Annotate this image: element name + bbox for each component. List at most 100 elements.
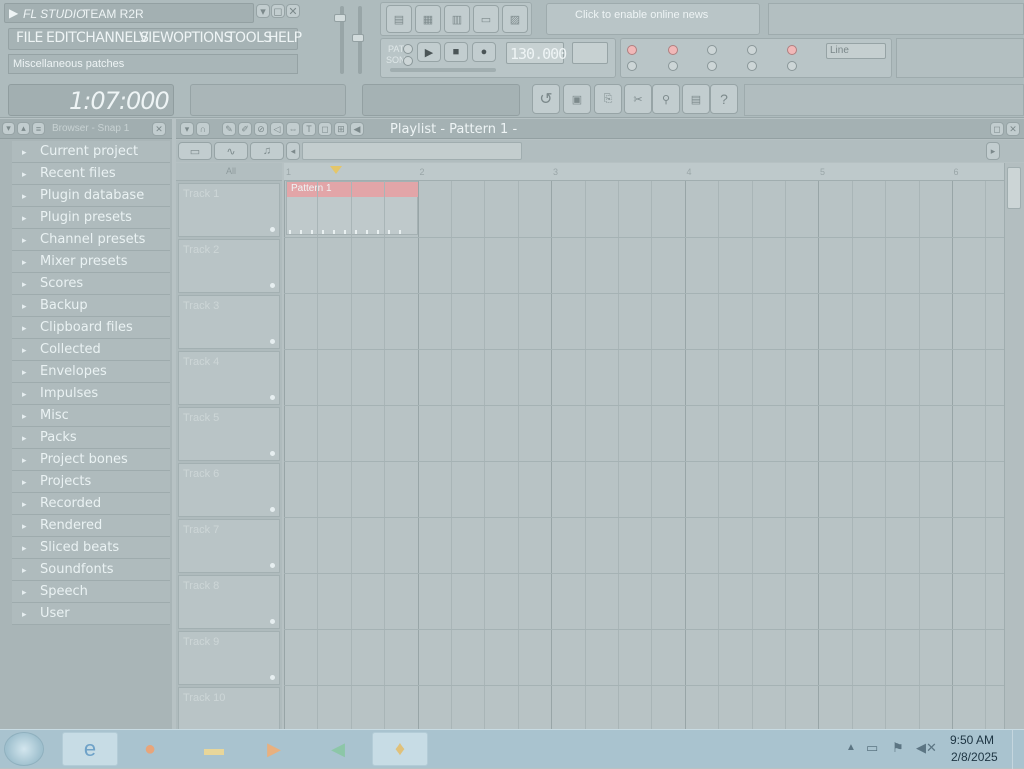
menu-file[interactable]: FILE bbox=[16, 30, 43, 50]
pattern-selector[interactable] bbox=[572, 42, 608, 64]
track-mute-led-icon[interactable] bbox=[270, 507, 275, 512]
playlist-window-button[interactable]: ▤ bbox=[386, 5, 412, 33]
browser-close-button[interactable]: ✕ bbox=[152, 122, 166, 136]
show-desktop-button[interactable] bbox=[1012, 730, 1024, 769]
blend-radio[interactable] bbox=[707, 61, 717, 71]
clock-time[interactable]: 9:50 AM bbox=[950, 733, 994, 747]
browser-item-clipboard-files[interactable]: ▸ Clipboard files bbox=[12, 317, 170, 339]
browser-item-collected[interactable]: ▸ Collected bbox=[12, 339, 170, 361]
browser-item-plugin-database[interactable]: ▸ Plugin database bbox=[12, 185, 170, 207]
paint-tool-icon[interactable]: ✐ bbox=[238, 122, 252, 136]
playhead-marker-icon[interactable] bbox=[330, 166, 342, 174]
wait-input-radio[interactable] bbox=[668, 45, 678, 55]
horizontal-scrollbar[interactable] bbox=[302, 142, 522, 160]
browser-item-channel-presets[interactable]: ▸ Channel presets bbox=[12, 229, 170, 251]
song-mode-radio[interactable] bbox=[403, 56, 413, 66]
browser-item-misc[interactable]: ▸ Misc bbox=[12, 405, 170, 427]
snap-selector[interactable]: Line bbox=[826, 43, 886, 59]
select-tool-icon[interactable]: ◻ bbox=[318, 122, 332, 136]
piano-roll-button[interactable]: ▥ bbox=[444, 5, 470, 33]
track-mute-led-icon[interactable] bbox=[270, 339, 275, 344]
restore-button[interactable]: ◻ bbox=[271, 4, 285, 18]
menu-options[interactable]: OPTIONS bbox=[173, 30, 233, 50]
browser-item-recent-files[interactable]: ▸ Recent files bbox=[12, 163, 170, 185]
track-header[interactable]: Track 5 bbox=[178, 407, 280, 461]
track-mute-led-icon[interactable] bbox=[270, 675, 275, 680]
zoom-tool-icon[interactable]: ⊞ bbox=[334, 122, 348, 136]
browser-item-sliced-beats[interactable]: ▸ Sliced beats bbox=[12, 537, 170, 559]
browser-item-rendered[interactable]: ▸ Rendered bbox=[12, 515, 170, 537]
track-mute-led-icon[interactable] bbox=[270, 395, 275, 400]
metronome-radio[interactable] bbox=[627, 61, 637, 71]
fl-studio-taskbar-icon[interactable]: ♦ bbox=[372, 732, 428, 766]
tempo-display[interactable]: 130.000 bbox=[506, 42, 567, 64]
export-button[interactable]: ⎘ bbox=[594, 84, 622, 114]
track-header[interactable]: Track 6 bbox=[178, 463, 280, 517]
menu-edit[interactable]: EDIT bbox=[46, 30, 77, 50]
minimize-button[interactable]: ▾ bbox=[256, 4, 270, 18]
help-button[interactable]: ? bbox=[710, 84, 738, 114]
messenger-icon[interactable]: ◀ bbox=[310, 732, 366, 766]
browser-item-user[interactable]: ▸ User bbox=[12, 603, 170, 625]
internet-explorer-icon[interactable]: e bbox=[62, 732, 118, 766]
action-center-icon[interactable]: ▭ bbox=[866, 740, 878, 756]
file-explorer-icon[interactable]: ▬ bbox=[186, 732, 242, 766]
menu-channels[interactable]: CHANNELS bbox=[76, 30, 149, 50]
browser-item-speech[interactable]: ▸ Speech bbox=[12, 581, 170, 603]
browser-collapse-button[interactable]: ▾ bbox=[2, 122, 15, 135]
search-button[interactable]: ⚲ bbox=[652, 84, 680, 114]
countdown-radio[interactable] bbox=[668, 61, 678, 71]
volume-muted-icon[interactable]: ◀✕ bbox=[916, 740, 937, 756]
browser-item-project-bones[interactable]: ▸ Project bones bbox=[12, 449, 170, 471]
browser-item-envelopes[interactable]: ▸ Envelopes bbox=[12, 361, 170, 383]
news-panel[interactable]: Click to enable online news bbox=[546, 3, 760, 35]
step-edit-radio[interactable] bbox=[787, 61, 797, 71]
track-mute-led-icon[interactable] bbox=[270, 563, 275, 568]
overdub-radio[interactable] bbox=[747, 61, 757, 71]
playlist-grid[interactable]: Pattern 1 bbox=[284, 181, 1004, 729]
pattern-view-button[interactable]: ▭ bbox=[178, 142, 212, 160]
menu-tools[interactable]: TOOLS bbox=[227, 30, 272, 50]
track-header[interactable]: Track 3 bbox=[178, 295, 280, 349]
track-header[interactable]: Track 2 bbox=[178, 239, 280, 293]
mixer-window-button[interactable]: ▨ bbox=[502, 5, 528, 33]
loop-record-radio[interactable] bbox=[747, 45, 757, 55]
browser-menu-button[interactable]: ≡ bbox=[32, 122, 45, 135]
playback-tool-icon[interactable]: ◀ bbox=[350, 122, 364, 136]
track-header[interactable]: Track 7 bbox=[178, 519, 280, 573]
track-header[interactable]: Track 8 bbox=[178, 575, 280, 629]
browser-item-current-project[interactable]: ▸ Current project bbox=[12, 141, 170, 163]
browser-item-packs[interactable]: ▸ Packs bbox=[12, 427, 170, 449]
vertical-scroll-thumb[interactable] bbox=[1007, 167, 1021, 209]
track-mute-led-icon[interactable] bbox=[270, 283, 275, 288]
automation-view-button[interactable]: ∿ bbox=[214, 142, 248, 160]
typing-keyboard-radio[interactable] bbox=[627, 45, 637, 55]
magnet-icon[interactable]: ∩ bbox=[196, 122, 210, 136]
stop-button[interactable]: ■ bbox=[444, 42, 468, 62]
record-button[interactable]: ● bbox=[472, 42, 496, 62]
save-button[interactable]: ▣ bbox=[563, 84, 591, 114]
track-header[interactable]: Track 9 bbox=[178, 631, 280, 685]
show-hidden-icons-icon[interactable]: ▲ bbox=[846, 742, 856, 753]
close-button[interactable]: ✕ bbox=[286, 4, 300, 18]
master-pitch-knob[interactable] bbox=[352, 34, 364, 42]
media-player-icon[interactable]: ▶ bbox=[246, 732, 302, 766]
delete-tool-icon[interactable]: ⊘ bbox=[254, 122, 268, 136]
browser-item-mixer-presets[interactable]: ▸ Mixer presets bbox=[12, 251, 170, 273]
track-header[interactable]: Track 4 bbox=[178, 351, 280, 405]
pattern-clip[interactable]: Pattern 1 bbox=[286, 181, 419, 235]
cut-tool-button[interactable]: ✂ bbox=[624, 84, 652, 114]
slice-tool-icon[interactable]: T bbox=[302, 122, 316, 136]
browser-options-button[interactable]: ▴ bbox=[17, 122, 30, 135]
menu-help[interactable]: HELP bbox=[268, 30, 302, 50]
browser-window-button[interactable]: ▭ bbox=[473, 5, 499, 33]
browser-item-recorded[interactable]: ▸ Recorded bbox=[12, 493, 170, 515]
browser-item-plugin-presets[interactable]: ▸ Plugin presets bbox=[12, 207, 170, 229]
notes-button[interactable]: ▤ bbox=[682, 84, 710, 114]
steps-radio[interactable] bbox=[707, 45, 717, 55]
browser-item-projects[interactable]: ▸ Projects bbox=[12, 471, 170, 493]
playlist-maximize-button[interactable]: ◻ bbox=[990, 122, 1004, 136]
clock-date[interactable]: 2/8/2025 bbox=[951, 750, 998, 764]
master-volume-knob[interactable] bbox=[334, 14, 346, 22]
play-button[interactable]: ▶ bbox=[417, 42, 441, 62]
